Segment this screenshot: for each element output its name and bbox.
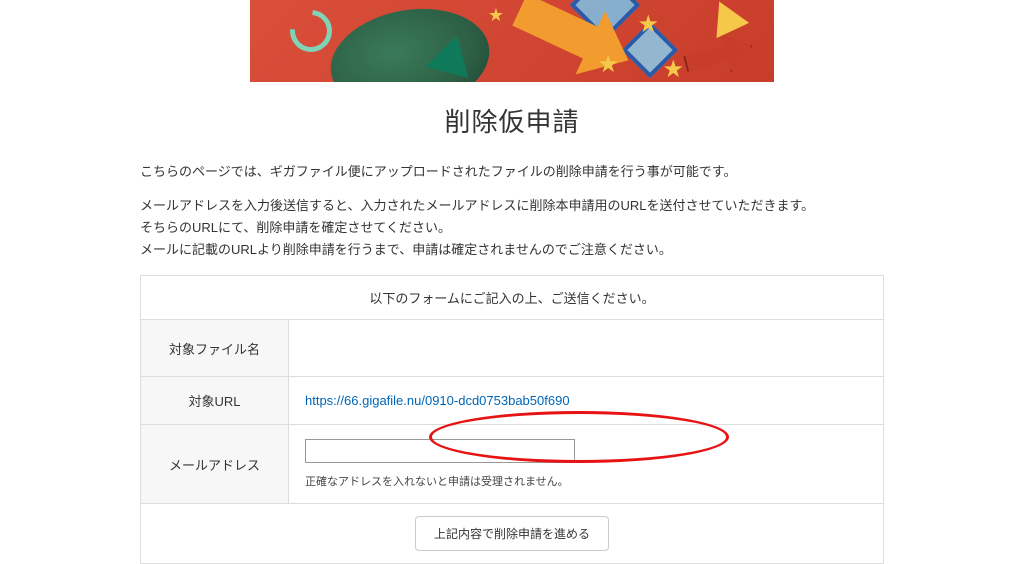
row-value-filename	[289, 320, 883, 376]
intro-line: こちらのページでは、ギガファイル便にアップロードされたファイルの削除申請を行う事…	[140, 161, 884, 183]
row-value-url: https://66.gigafile.nu/0910-dcd0753bab50…	[289, 377, 883, 424]
form-row-email: メールアドレス 正確なアドレスを入れないと申請は受理されません。	[141, 424, 883, 503]
star-icon: ★	[662, 55, 684, 82]
intro-line: メールアドレスを入力後送信すると、入力されたメールアドレスに削除本申請用のURL…	[140, 195, 884, 217]
email-note: 正確なアドレスを入れないと申請は受理されません。	[305, 473, 867, 489]
intro-line: そちらのURLにて、削除申請を確定させてください。	[140, 217, 884, 239]
star-icon: ★	[637, 10, 659, 39]
header-banner: ★ ★ ★ ★	[250, 0, 774, 82]
decor-ring	[281, 1, 340, 60]
page-title: 削除仮申請	[0, 102, 1024, 139]
star-icon: ★	[488, 5, 504, 26]
form-caption: 以下のフォームにご記入の上、ご送信ください。	[140, 275, 884, 319]
star-icon: ★	[597, 50, 619, 79]
row-value-email: 正確なアドレスを入れないと申請は受理されません。	[289, 425, 883, 503]
row-label-url: 対象URL	[141, 377, 289, 424]
form-table: 対象ファイル名 対象URL https://66.gigafile.nu/091…	[140, 319, 884, 564]
row-label-filename: 対象ファイル名	[141, 320, 289, 376]
submit-button[interactable]: 上記内容で削除申請を進める	[415, 516, 609, 551]
form-row-url: 対象URL https://66.gigafile.nu/0910-dcd075…	[141, 376, 883, 424]
email-input[interactable]	[305, 439, 575, 463]
decor-triangle	[426, 30, 478, 78]
content-area: こちらのページでは、ギガファイル便にアップロードされたファイルの削除申請を行う事…	[140, 161, 884, 564]
decor-triangle	[703, 0, 749, 38]
submit-row: 上記内容で削除申請を進める	[141, 503, 883, 563]
target-url-link[interactable]: https://66.gigafile.nu/0910-dcd0753bab50…	[305, 393, 867, 408]
intro-text: こちらのページでは、ギガファイル便にアップロードされたファイルの削除申請を行う事…	[140, 161, 884, 261]
intro-line: メールに記載のURLより削除申請を行うまで、申請は確定されませんのでご注意くださ…	[140, 239, 884, 261]
row-label-email: メールアドレス	[141, 425, 289, 503]
form-row-filename: 対象ファイル名	[141, 320, 883, 376]
